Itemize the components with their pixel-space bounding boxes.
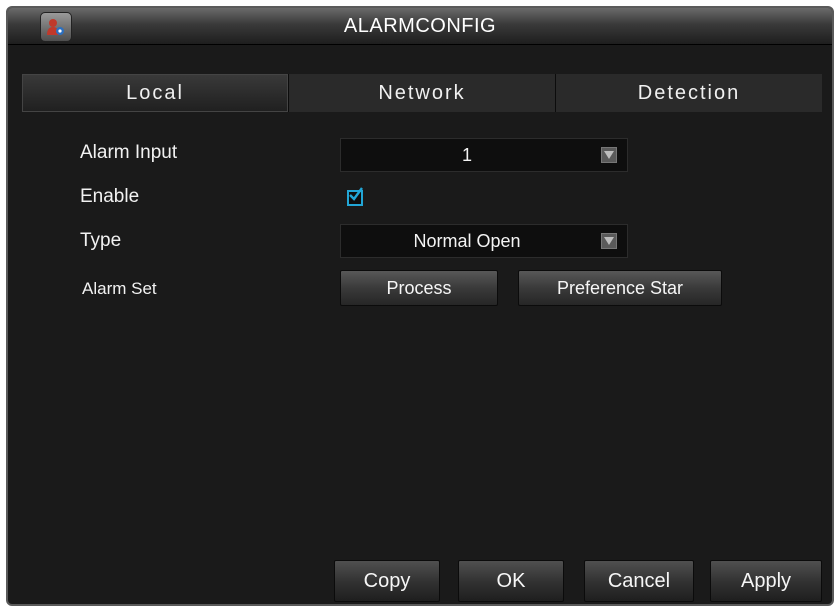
copy-button[interactable]: Copy (334, 560, 440, 602)
enable-checkbox[interactable] (347, 187, 363, 206)
apply-button[interactable]: Apply (710, 560, 822, 602)
chevron-down-icon[interactable] (601, 233, 617, 249)
tab-bar: Local Network Detection (22, 74, 822, 112)
process-button[interactable]: Process (340, 270, 498, 306)
type-label: Type (80, 230, 122, 251)
enable-label: Enable (80, 186, 140, 207)
tab-detection[interactable]: Detection (556, 74, 822, 112)
chevron-down-icon[interactable] (601, 147, 617, 163)
tab-local[interactable]: Local (22, 74, 289, 112)
alarm-input-label: Alarm Input (80, 142, 178, 163)
type-select[interactable]: Normal Open (340, 224, 628, 258)
preference-star-button[interactable]: Preference Star (518, 270, 722, 306)
alarm-input-value: 1 (461, 145, 472, 165)
title-bar: ALARMCONFIG (8, 8, 832, 45)
checkmark-icon (349, 187, 363, 201)
window-title: ALARMCONFIG (343, 15, 497, 37)
tab-network[interactable]: Network (289, 74, 556, 112)
cancel-button[interactable]: Cancel (584, 560, 694, 602)
type-value: Normal Open (413, 231, 521, 251)
alarm-config-window: ALARMCONFIG Local Network Detection Alar… (6, 6, 834, 606)
ok-button[interactable]: OK (458, 560, 564, 602)
alarm-set-label: Alarm Set (82, 279, 157, 298)
alarm-input-select[interactable]: 1 (340, 138, 628, 172)
